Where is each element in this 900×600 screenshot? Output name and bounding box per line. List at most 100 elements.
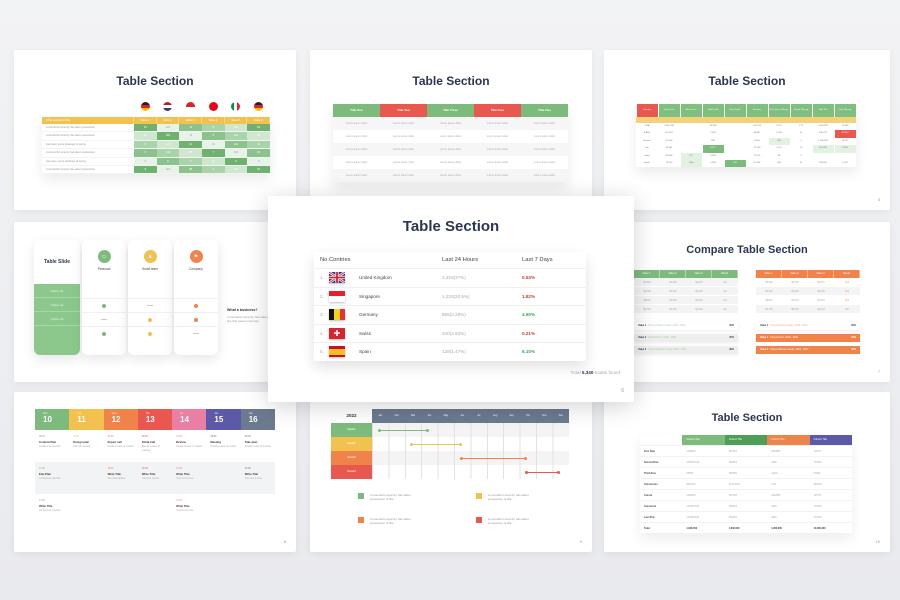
table-row[interactable]: 5. Spain 128(1.47%) 6.10% xyxy=(314,342,586,361)
gantt-bar[interactable] xyxy=(410,442,462,446)
table-cell: 119,451 xyxy=(665,132,673,135)
table-cell: Lorem ipsum dolor xyxy=(345,135,368,138)
table-cell: 1265612 xyxy=(686,450,696,453)
table-cell: 5,083 xyxy=(710,161,716,164)
table-row[interactable]: 4. ✚ Swiss 340(2.93%) 0.21% xyxy=(314,323,586,343)
slide-pricing-compare[interactable]: Table Slide Option 01 Option 02 Option 03 … xyxy=(14,222,296,382)
event-time: 12:00 xyxy=(244,467,251,470)
slide-title: Table Section xyxy=(708,74,786,88)
plan-card[interactable]: ■ Small team xyxy=(128,240,172,355)
table-cell: 4695 xyxy=(771,516,777,519)
check-dot xyxy=(148,331,152,336)
row-label: Has been some drawings of spring xyxy=(46,142,86,146)
table-cell: $4,903 xyxy=(669,290,677,293)
table-cell: $4,876 xyxy=(817,281,825,284)
event-title[interactable]: Content Plan xyxy=(39,440,65,444)
event-desc: Your text is here xyxy=(244,477,262,480)
slide-table-striped[interactable]: Table Section Title One Title Two Title Th… xyxy=(310,50,592,210)
table-cell: 180 xyxy=(724,159,746,168)
last-7-days: 0.21% xyxy=(522,330,536,336)
event-title[interactable]: Expert call xyxy=(108,440,134,444)
day-cell: 08:00 Content Plan Conference network xyxy=(35,430,69,462)
event-title[interactable]: Write Title xyxy=(176,472,202,476)
table-cell: 17,080 xyxy=(841,125,849,127)
indonesia-flag-icon xyxy=(186,102,196,111)
header-country: Contries xyxy=(329,257,351,263)
table-cell: 12 xyxy=(247,140,271,149)
column-header: Column Title xyxy=(724,435,768,445)
event-desc: Weekly review of meeting xyxy=(141,445,160,452)
column-header: New Death xyxy=(724,104,746,117)
table-row[interactable]: 1. United Kingdom 2,453(37%) 0.53% xyxy=(314,268,586,287)
striped-table: Title One Title Two Title Three Title Four T… xyxy=(333,104,568,182)
table-row: Total 1,000,000 1,000,000 1,000,000 10,000,0… xyxy=(640,522,852,533)
day-header[interactable]: Sat 15 xyxy=(206,409,241,430)
event-title[interactable]: Write Title xyxy=(142,472,168,476)
slide-table-totals[interactable]: Table Section Column Title Column Title Co… xyxy=(604,392,890,552)
day-header[interactable]: Fri 14 xyxy=(172,409,207,430)
event-title[interactable]: Design plan xyxy=(73,440,99,444)
day-header[interactable]: Wed 12 xyxy=(103,409,138,430)
value-label: Value 2 xyxy=(760,336,769,339)
table-cell: 2,355 xyxy=(710,132,716,135)
column-header: Value 2 xyxy=(157,117,180,124)
event-title[interactable]: Write Title xyxy=(108,472,134,476)
column-header: Value 1 xyxy=(634,270,660,278)
table-row: $3,903 $2,000 $4,876 Yes xyxy=(634,278,738,287)
slide-title: Table Section xyxy=(116,74,194,88)
table-cell: 6 xyxy=(134,140,157,149)
slide-compare-table[interactable]: Compare Table Section Value 1 Value 2 Valu… xyxy=(604,222,890,382)
slide-gantt[interactable]: 2022 Jan Feb Mar Apr May Jun Jul Aug Sep Oct Nov De… xyxy=(310,392,592,552)
column-header: Value 1 xyxy=(134,117,157,124)
germany-flag-icon xyxy=(254,102,264,111)
table-row: USA 2,950,789 30,288 145,228 2,170 179 3,535,8… xyxy=(636,123,856,130)
table-cell: Yes xyxy=(845,281,849,284)
day-header[interactable]: Sun 16 xyxy=(240,409,275,430)
gantt-bar[interactable] xyxy=(525,470,560,474)
flag-icon: ⚑ xyxy=(189,250,203,263)
event-title[interactable]: Edu Plan xyxy=(39,472,65,476)
event-title[interactable]: Review xyxy=(176,440,202,444)
total-value: 5,340 xyxy=(581,370,594,375)
slide-table-covid[interactable]: Table Section Country Total Case New Cases… xyxy=(604,50,890,210)
table-row[interactable]: 2. Singapore 1,233(20.5%) 1.82% xyxy=(314,286,586,306)
day-header[interactable]: Tue 11 xyxy=(69,409,104,430)
gantt-bar[interactable] xyxy=(377,428,430,432)
gantt-bar[interactable] xyxy=(459,456,527,460)
day-header[interactable]: Mon 10 xyxy=(35,409,70,430)
flag-stripe xyxy=(254,108,264,111)
table-cell: 4 xyxy=(202,157,225,165)
slide-table-flags[interactable]: Table Section Write description title Val… xyxy=(14,50,296,210)
event-title[interactable]: Write Title xyxy=(245,472,271,476)
event-title[interactable]: Initial Call xyxy=(142,440,168,444)
event-title[interactable]: Write Title xyxy=(176,504,202,508)
table-row: A wonderful serenity has taken possessio… xyxy=(42,165,271,175)
flag-cell xyxy=(329,272,359,284)
table-row: Has been some drawings of spring 6 6 9 4 6 5 xyxy=(42,157,271,166)
table-row[interactable]: 3. Germany 855(3.29%) 4.60% xyxy=(314,305,586,324)
event-desc: Details review of models xyxy=(107,445,134,448)
slide-featured-country-table[interactable]: Table Section No. Contries Last 24 Hours… xyxy=(268,196,634,402)
table-cell: 1,185,059 xyxy=(818,139,828,142)
value-label: Value 1 xyxy=(638,324,647,327)
table-cell: 16 xyxy=(799,132,803,135)
table-row: $9,729 $5,903 $4,903 No xyxy=(634,305,738,314)
event-title[interactable]: Take plan xyxy=(245,440,271,444)
table-cell: 17 xyxy=(156,140,180,149)
table-cell: No xyxy=(723,308,727,311)
table-row: $3,903 $2,000 $4,876 Yes xyxy=(756,278,860,287)
slide-weekly-calendar[interactable]: Mon 10 Tue 11 Wed 12 Thu 13 Fri 14 Sat 15 Sun 16 08:0… xyxy=(14,392,296,552)
table-header: No. Contries Last 24 Hours Last 7 Days xyxy=(314,252,586,268)
table-cell: 179 xyxy=(799,125,803,127)
event-title[interactable]: Meeting xyxy=(210,440,236,444)
row-label: Xxxxxxxxxx xyxy=(644,483,658,486)
event-title[interactable]: Write Title xyxy=(39,504,65,508)
table-cell: No xyxy=(845,308,849,311)
plan-card[interactable]: ⚑ Company xyxy=(174,240,218,355)
table-cell: 3 xyxy=(800,154,802,157)
day-header[interactable]: Thu 13 xyxy=(137,409,173,430)
plan-card[interactable]: ▭ Personal xyxy=(82,240,126,355)
table-cell xyxy=(725,138,746,145)
table-cell: 321 xyxy=(224,124,248,132)
column-header: Value 4 xyxy=(202,117,225,124)
